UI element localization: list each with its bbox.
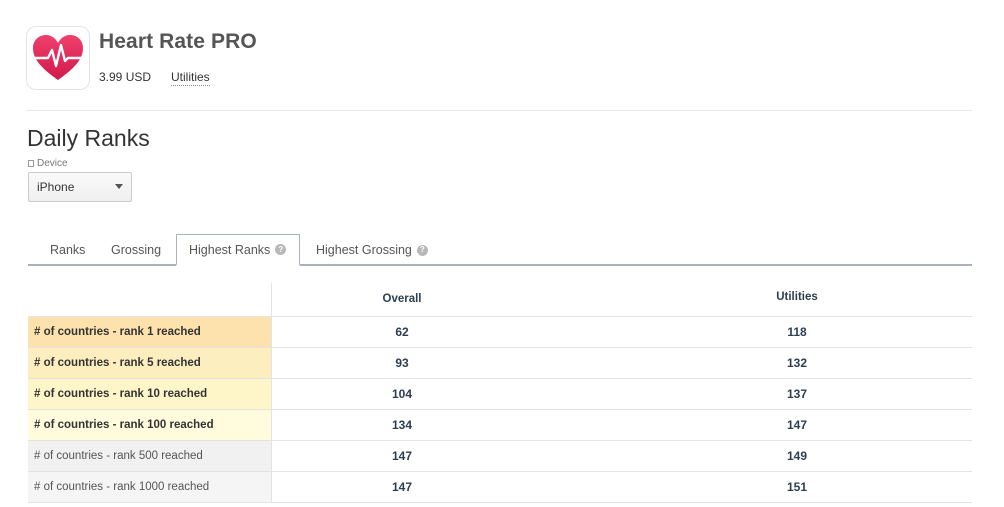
- category-value-cell: 137: [786, 387, 808, 401]
- overall-value-cell: 93: [395, 356, 409, 370]
- category-value-cell: 147: [786, 418, 808, 432]
- category-value-cell: 132: [786, 356, 808, 370]
- tab-label: Highest Grossing: [316, 243, 412, 257]
- device-select[interactable]: iPhone: [28, 172, 132, 202]
- overall-value-cell: 134: [391, 418, 413, 432]
- help-icon[interactable]: ?: [275, 244, 287, 255]
- heart-icon: [32, 35, 84, 80]
- label-column-header: [28, 283, 272, 316]
- tab-grossing[interactable]: Grossing: [111, 234, 161, 266]
- overall-value-cell: 147: [391, 480, 413, 494]
- table-row: # of countries - rank 5 reached 93 132: [28, 348, 972, 379]
- app-title: Heart Rate PRO: [99, 30, 257, 53]
- category-value-cell: 149: [786, 449, 808, 463]
- category-value-cell: 151: [786, 480, 808, 494]
- highest-ranks-table: Overall Utilities # of countries - rank …: [28, 283, 972, 503]
- device-label-text: Device: [37, 158, 68, 169]
- overall-value-cell: 147: [391, 449, 413, 463]
- row-label: # of countries - rank 500 reached: [28, 441, 272, 471]
- help-icon[interactable]: ?: [416, 244, 428, 256]
- tab-ranks[interactable]: Ranks: [50, 234, 85, 266]
- section-title: Daily Ranks: [27, 125, 150, 151]
- tab-label: Grossing: [111, 243, 162, 257]
- app-category-link[interactable]: Utilities: [171, 70, 210, 86]
- tab-label: Highest Ranks: [189, 242, 271, 257]
- table-row: # of countries - rank 10 reached 104 137: [28, 379, 972, 410]
- row-label: # of countries - rank 5 reached: [28, 348, 272, 378]
- heart-rate-app-icon: [26, 26, 90, 90]
- app-ranks-page: Heart Rate PRO 3.99 USD Utilities Daily …: [0, 0, 1004, 507]
- column-header-overall: Overall: [382, 293, 422, 305]
- app-price: 3.99 USD: [99, 70, 152, 84]
- column-header-category: Utilities: [776, 291, 818, 303]
- device-icon: [28, 160, 34, 167]
- tab-highest-grossing[interactable]: Highest Grossing ?: [316, 234, 428, 266]
- overall-value-cell: 62: [395, 325, 409, 339]
- row-label: # of countries - rank 10 reached: [28, 379, 272, 409]
- row-label: # of countries - rank 1 reached: [28, 317, 272, 347]
- tabs-underline: [28, 264, 972, 266]
- table-row: # of countries - rank 500 reached 147 149: [28, 441, 972, 472]
- table-row: # of countries - rank 1000 reached 147 151: [28, 472, 972, 503]
- device-label: Device: [28, 158, 68, 169]
- table-header-row: Overall Utilities: [28, 283, 972, 317]
- table-row: # of countries - rank 1 reached 62 118: [28, 317, 972, 348]
- header-divider: [26, 110, 972, 111]
- category-value-cell: 118: [787, 325, 807, 339]
- table-body: # of countries - rank 1 reached 62 118 # of…: [28, 317, 972, 503]
- overall-value-cell: 104: [391, 387, 413, 401]
- tab-highest-ranks[interactable]: Highest Ranks ?: [176, 234, 300, 266]
- chevron-down-icon: [115, 184, 123, 189]
- row-label: # of countries - rank 100 reached: [28, 410, 272, 440]
- row-label: # of countries - rank 1000 reached: [28, 472, 272, 502]
- table-row: # of countries - rank 100 reached 134 147: [28, 410, 972, 441]
- tab-label: Ranks: [50, 243, 86, 257]
- device-select-value: iPhone: [37, 180, 75, 194]
